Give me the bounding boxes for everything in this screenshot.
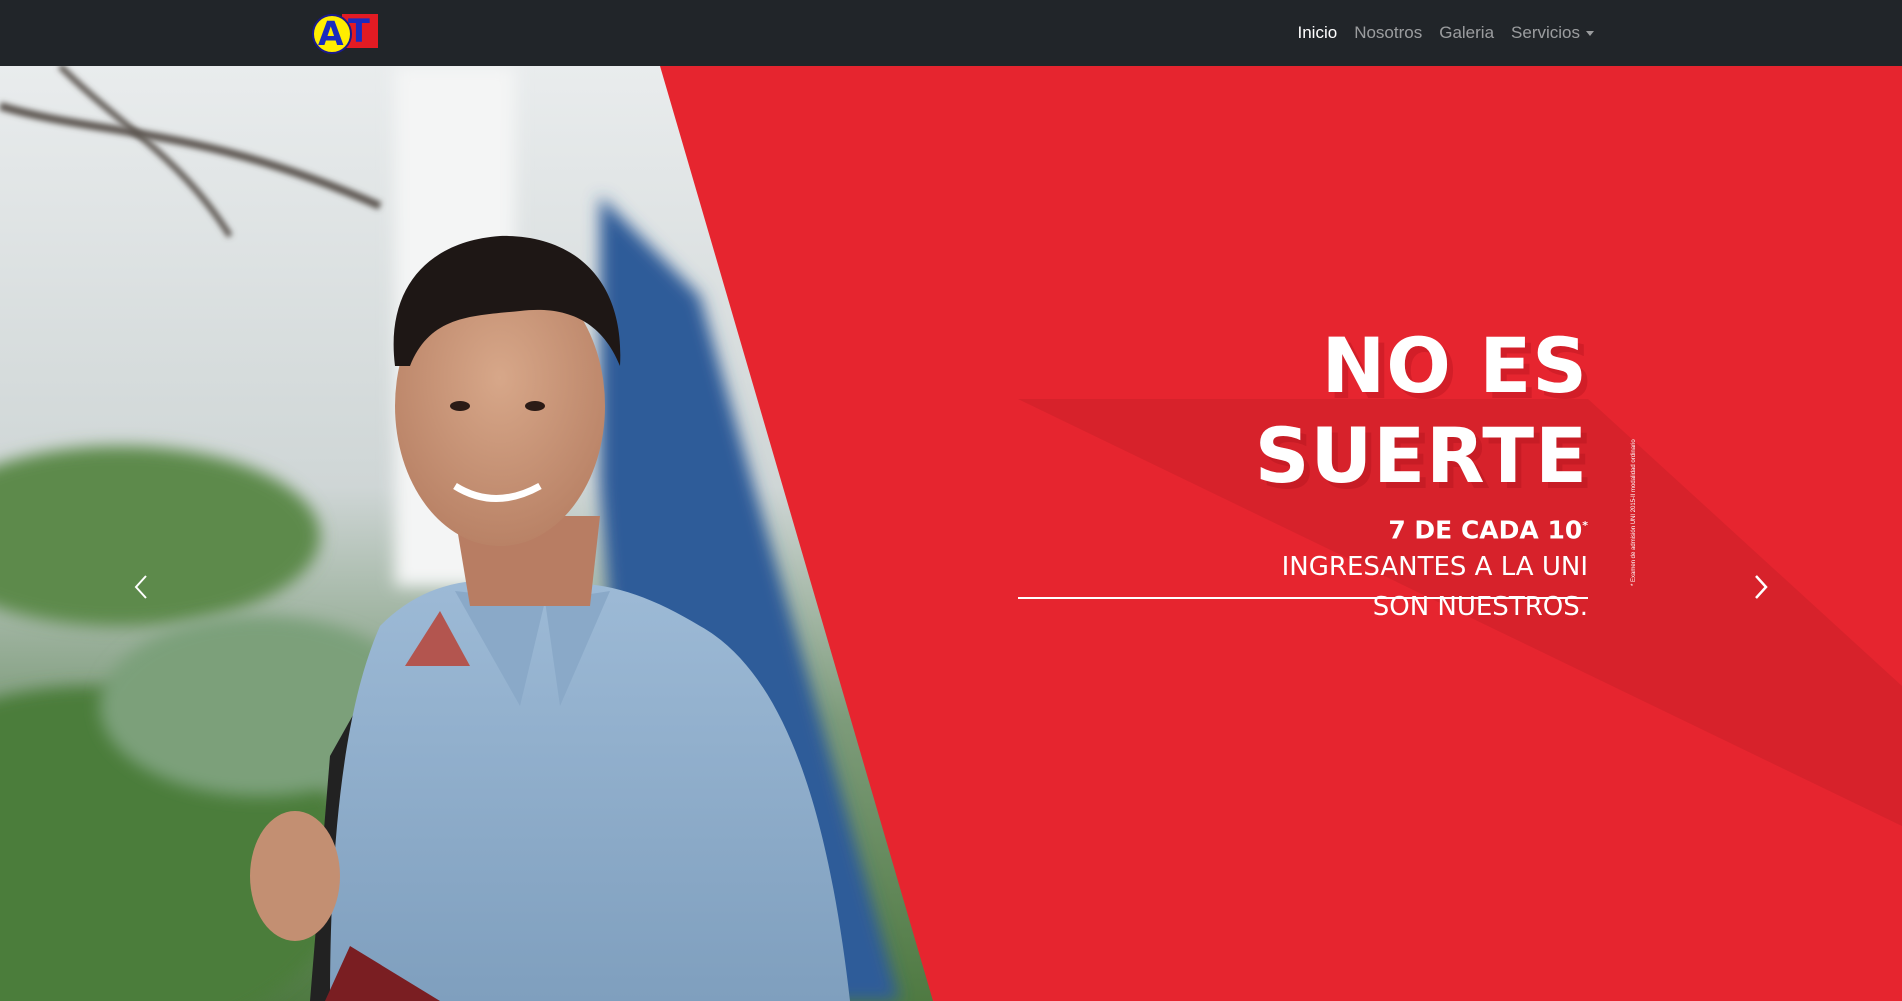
hero-footnote: * Examen de admisión UNI 2015-II modalid… [1631, 439, 1637, 586]
nav-link-nosotros[interactable]: Nosotros [1354, 23, 1422, 43]
brand-letter-t: T [348, 12, 370, 50]
hero-line-1: INGRESANTES A LA UNI [1281, 552, 1588, 583]
nav-link-servicios-label: Servicios [1511, 23, 1580, 42]
hero-headline-block: NO ES SUERTE 7 DE CADA 10* INGRESANTES A… [1000, 321, 1588, 627]
hero-stat-text: 7 DE CADA 10 [1388, 515, 1583, 545]
hero-carousel: NO ES SUERTE 7 DE CADA 10* INGRESANTES A… [0, 66, 1902, 1001]
hero-stat: 7 DE CADA 10* [1000, 509, 1588, 547]
navbar: A T Inicio Nosotros Galeria Servicios [0, 0, 1902, 66]
caret-down-icon [1586, 31, 1594, 37]
hero-line-2: SON NUESTROS. [1372, 592, 1588, 623]
hero-headline: NO ES SUERTE [1254, 321, 1588, 500]
nav-link-inicio[interactable]: Inicio [1298, 23, 1338, 43]
nav-link-servicios[interactable]: Servicios [1511, 23, 1594, 43]
chevron-right-icon [1755, 575, 1768, 599]
nav-link-galeria[interactable]: Galeria [1439, 23, 1494, 43]
hero-stat-mark: * [1582, 519, 1588, 532]
carousel-next-button[interactable] [1740, 562, 1780, 612]
hero-headline-underline [1018, 597, 1588, 599]
hero-red-panel [660, 66, 1902, 1001]
chevron-left-icon [134, 575, 147, 599]
nav-links: Inicio Nosotros Galeria Servicios [1298, 0, 1594, 66]
brand-logo[interactable]: A T [312, 12, 378, 54]
carousel-prev-button[interactable] [122, 562, 162, 612]
brand-letter-a: A [318, 14, 344, 53]
